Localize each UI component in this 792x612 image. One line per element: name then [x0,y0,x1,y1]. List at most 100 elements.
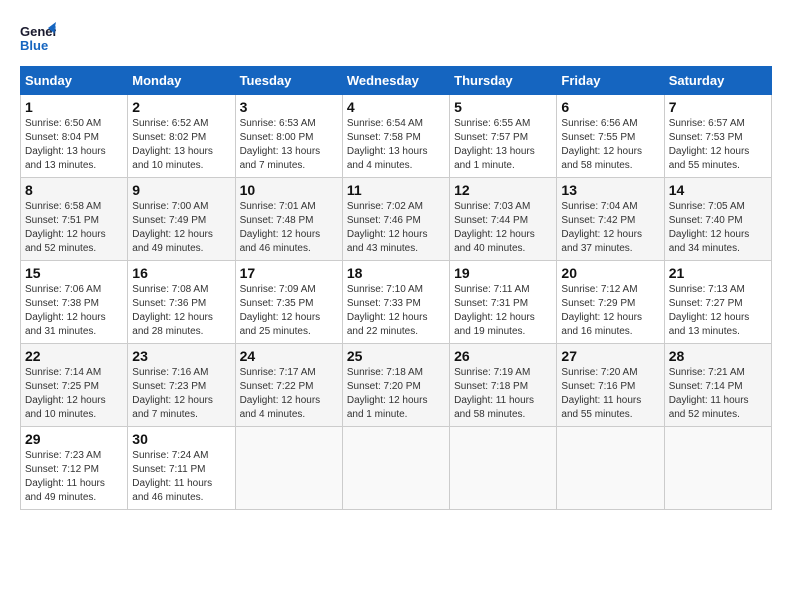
calendar-week-row: 8 Sunrise: 6:58 AMSunset: 7:51 PMDaylight… [21,178,772,261]
calendar-day-cell: 16 Sunrise: 7:08 AMSunset: 7:36 PMDayligh… [128,261,235,344]
weekday-header-tuesday: Tuesday [235,67,342,95]
calendar-day-cell: 1 Sunrise: 6:50 AMSunset: 8:04 PMDaylight… [21,95,128,178]
day-info: Sunrise: 6:55 AMSunset: 7:57 PMDaylight:… [454,117,552,173]
day-number: 1 [25,99,123,115]
day-info: Sunrise: 7:10 AMSunset: 7:33 PMDaylight:… [347,283,445,339]
day-info: Sunrise: 7:12 AMSunset: 7:29 PMDaylight:… [561,283,659,339]
calendar-day-cell [235,427,342,510]
weekday-header-saturday: Saturday [664,67,771,95]
day-info: Sunrise: 7:03 AMSunset: 7:44 PMDaylight:… [454,200,552,256]
day-info: Sunrise: 7:19 AMSunset: 7:18 PMDaylight:… [454,366,552,422]
day-number: 5 [454,99,552,115]
calendar-day-cell: 4 Sunrise: 6:54 AMSunset: 7:58 PMDaylight… [342,95,449,178]
day-number: 20 [561,265,659,281]
calendar-week-row: 1 Sunrise: 6:50 AMSunset: 8:04 PMDaylight… [21,95,772,178]
day-number: 9 [132,182,230,198]
calendar-day-cell: 29 Sunrise: 7:23 AMSunset: 7:12 PMDayligh… [21,427,128,510]
day-info: Sunrise: 7:08 AMSunset: 7:36 PMDaylight:… [132,283,230,339]
weekday-header-friday: Friday [557,67,664,95]
calendar-day-cell: 2 Sunrise: 6:52 AMSunset: 8:02 PMDaylight… [128,95,235,178]
day-number: 19 [454,265,552,281]
day-number: 28 [669,348,767,364]
calendar-week-row: 22 Sunrise: 7:14 AMSunset: 7:25 PMDayligh… [21,344,772,427]
day-info: Sunrise: 7:11 AMSunset: 7:31 PMDaylight:… [454,283,552,339]
calendar-day-cell: 9 Sunrise: 7:00 AMSunset: 7:49 PMDaylight… [128,178,235,261]
day-number: 2 [132,99,230,115]
day-info: Sunrise: 6:52 AMSunset: 8:02 PMDaylight:… [132,117,230,173]
day-number: 24 [240,348,338,364]
calendar-day-cell: 21 Sunrise: 7:13 AMSunset: 7:27 PMDayligh… [664,261,771,344]
weekday-header-sunday: Sunday [21,67,128,95]
day-number: 7 [669,99,767,115]
calendar-day-cell: 30 Sunrise: 7:24 AMSunset: 7:11 PMDayligh… [128,427,235,510]
day-number: 17 [240,265,338,281]
calendar-day-cell: 18Sunrise: 7:10 AMSunset: 7:33 PMDayligh… [342,261,449,344]
calendar-day-cell: 23 Sunrise: 7:16 AMSunset: 7:23 PMDayligh… [128,344,235,427]
day-info: Sunrise: 7:13 AMSunset: 7:27 PMDaylight:… [669,283,767,339]
day-number: 11 [347,182,445,198]
day-number: 10 [240,182,338,198]
day-info: Sunrise: 7:17 AMSunset: 7:22 PMDaylight:… [240,366,338,422]
day-number: 16 [132,265,230,281]
day-number: 3 [240,99,338,115]
day-number: 13 [561,182,659,198]
day-info: Sunrise: 7:16 AMSunset: 7:23 PMDaylight:… [132,366,230,422]
svg-text:Blue: Blue [20,38,48,53]
day-number: 14 [669,182,767,198]
day-info: Sunrise: 7:24 AMSunset: 7:11 PMDaylight:… [132,449,230,505]
calendar-day-cell: 12 Sunrise: 7:03 AMSunset: 7:44 PMDayligh… [450,178,557,261]
day-info: Sunrise: 7:14 AMSunset: 7:25 PMDaylight:… [25,366,123,422]
day-number: 23 [132,348,230,364]
calendar-day-cell: 6Sunrise: 6:56 AMSunset: 7:55 PMDaylight… [557,95,664,178]
weekday-header-wednesday: Wednesday [342,67,449,95]
calendar-day-cell: 14 Sunrise: 7:05 AMSunset: 7:40 PMDayligh… [664,178,771,261]
day-info: Sunrise: 7:06 AMSunset: 7:38 PMDaylight:… [25,283,123,339]
calendar-day-cell [342,427,449,510]
day-number: 12 [454,182,552,198]
day-info: Sunrise: 6:54 AMSunset: 7:58 PMDaylight:… [347,117,445,173]
calendar-day-cell: 20 Sunrise: 7:12 AMSunset: 7:29 PMDayligh… [557,261,664,344]
day-number: 4 [347,99,445,115]
calendar-day-cell: 7 Sunrise: 6:57 AMSunset: 7:53 PMDaylight… [664,95,771,178]
day-info: Sunrise: 6:57 AMSunset: 7:53 PMDaylight:… [669,117,767,173]
logo-icon: General Blue [20,20,56,56]
day-number: 8 [25,182,123,198]
day-info: Sunrise: 7:04 AMSunset: 7:42 PMDaylight:… [561,200,659,256]
day-number: 27 [561,348,659,364]
calendar-week-row: 29 Sunrise: 7:23 AMSunset: 7:12 PMDayligh… [21,427,772,510]
calendar-day-cell: 25Sunrise: 7:18 AMSunset: 7:20 PMDayligh… [342,344,449,427]
calendar-day-cell: 10 Sunrise: 7:01 AMSunset: 7:48 PMDayligh… [235,178,342,261]
logo: General Blue [20,20,56,56]
day-number: 29 [25,431,123,447]
calendar-day-cell [664,427,771,510]
day-number: 30 [132,431,230,447]
calendar-day-cell: 24 Sunrise: 7:17 AMSunset: 7:22 PMDayligh… [235,344,342,427]
day-number: 22 [25,348,123,364]
calendar-day-cell: 28Sunrise: 7:21 AMSunset: 7:14 PMDayligh… [664,344,771,427]
day-info: Sunrise: 7:20 AMSunset: 7:16 PMDaylight:… [561,366,659,422]
day-info: Sunrise: 7:00 AMSunset: 7:49 PMDaylight:… [132,200,230,256]
weekday-header-thursday: Thursday [450,67,557,95]
day-number: 21 [669,265,767,281]
day-info: Sunrise: 7:05 AMSunset: 7:40 PMDaylight:… [669,200,767,256]
calendar-day-cell: 5 Sunrise: 6:55 AMSunset: 7:57 PMDaylight… [450,95,557,178]
calendar-day-cell: 17 Sunrise: 7:09 AMSunset: 7:35 PMDayligh… [235,261,342,344]
weekday-header-monday: Monday [128,67,235,95]
calendar-day-cell [450,427,557,510]
page-header: General Blue [20,20,772,56]
day-info: Sunrise: 6:50 AMSunset: 8:04 PMDaylight:… [25,117,123,173]
day-number: 15 [25,265,123,281]
day-info: Sunrise: 6:58 AMSunset: 7:51 PMDaylight:… [25,200,123,256]
day-info: Sunrise: 7:02 AMSunset: 7:46 PMDaylight:… [347,200,445,256]
weekday-header-row: SundayMondayTuesdayWednesdayThursdayFrid… [21,67,772,95]
day-info: Sunrise: 7:09 AMSunset: 7:35 PMDaylight:… [240,283,338,339]
calendar-day-cell: 26Sunrise: 7:19 AMSunset: 7:18 PMDayligh… [450,344,557,427]
calendar-day-cell: 11 Sunrise: 7:02 AMSunset: 7:46 PMDayligh… [342,178,449,261]
day-info: Sunrise: 7:01 AMSunset: 7:48 PMDaylight:… [240,200,338,256]
day-info: Sunrise: 7:23 AMSunset: 7:12 PMDaylight:… [25,449,123,505]
calendar-day-cell: 15 Sunrise: 7:06 AMSunset: 7:38 PMDayligh… [21,261,128,344]
calendar-day-cell: 8 Sunrise: 6:58 AMSunset: 7:51 PMDaylight… [21,178,128,261]
day-info: Sunrise: 7:18 AMSunset: 7:20 PMDaylight:… [347,366,445,422]
day-number: 6 [561,99,659,115]
calendar-week-row: 15 Sunrise: 7:06 AMSunset: 7:38 PMDayligh… [21,261,772,344]
